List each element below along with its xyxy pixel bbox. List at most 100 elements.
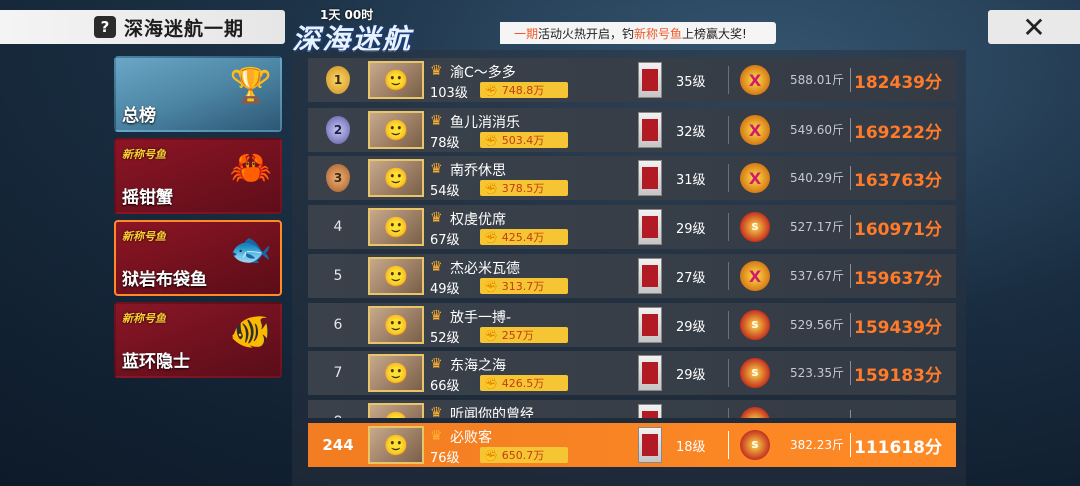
fist-icon: ✊ <box>484 133 498 147</box>
rod-card-icon[interactable] <box>638 112 662 148</box>
avatar[interactable]: 🙂 <box>368 208 424 246</box>
notice-part-2: 活动火热开启，钓 <box>538 26 635 41</box>
rank-cell: 7 <box>308 351 368 395</box>
divider <box>850 166 851 190</box>
score: 159183分 <box>854 366 942 386</box>
crab-icon: 🦀 <box>229 148 272 188</box>
table-row[interactable]: 8🙂♛听闻你的曾经✊S <box>308 400 956 418</box>
fish-rank-badge-icon: S <box>740 407 770 418</box>
avatar[interactable]: 🙂 <box>368 354 424 392</box>
power-value: 257万 <box>501 329 534 342</box>
table-row[interactable]: 3 🙂 ♛ 南乔休思 54级 ✊ 378.5万 31级 X 540.29斤 163763分 <box>308 156 956 200</box>
crown-icon: ♛ <box>430 259 443 275</box>
rod-card-icon[interactable] <box>638 209 662 245</box>
player-name: 权虔优席 <box>450 212 506 228</box>
card-level: 18级 <box>676 440 706 455</box>
fist-icon: ✊ <box>484 181 498 195</box>
table-row[interactable]: 6 🙂 ♛ 放手一搏- 52级 ✊ 257万 29级 S 529.56斤 159439分 <box>308 303 956 347</box>
table-row[interactable]: 1 🙂 ♛ 渝C～多多 103级 ✊ 748.8万 35级 X 588.01斤 182439分 <box>308 58 956 102</box>
fish-weight: 523.35斤 <box>790 366 844 380</box>
card-level: 31级 <box>676 173 706 188</box>
avatar[interactable]: 🙂 <box>368 111 424 149</box>
avatar[interactable]: 🙂 <box>368 61 424 99</box>
category-tabs: 🏆 总榜 新称号鱼 🦀 摇钳蟹 新称号鱼 🐟 狱岩布袋鱼 新称号鱼 🐠 蓝环隐士 <box>114 56 284 384</box>
crown-icon: ♛ <box>430 210 443 226</box>
tab-crab[interactable]: 新称号鱼 🦀 摇钳蟹 <box>114 138 282 214</box>
divider <box>850 361 851 385</box>
rod-card-icon[interactable] <box>638 62 662 98</box>
fish-rank-badge-icon: X <box>740 261 770 291</box>
player-level: 54级 <box>430 184 460 199</box>
rank-cell: 5 <box>308 254 368 298</box>
score: 160971分 <box>854 220 942 240</box>
notice-part-1: 一期 <box>514 26 539 41</box>
divider <box>850 118 851 142</box>
player-name: 杰必米瓦德 <box>450 261 520 277</box>
avatar[interactable]: 🙂 <box>368 306 424 344</box>
crown-icon: ♛ <box>430 63 443 79</box>
avatar[interactable]: 🙂 <box>368 159 424 197</box>
tab-blue-ring[interactable]: 新称号鱼 🐠 蓝环隐士 <box>114 302 282 378</box>
card-level: 27级 <box>676 271 706 286</box>
rank-number: 244 <box>322 436 354 454</box>
score: 163763分 <box>854 171 942 191</box>
fish-weight: 527.17斤 <box>790 220 844 234</box>
fish-rank-badge-icon: X <box>740 115 770 145</box>
fist-icon: ✊ <box>484 230 498 244</box>
fish-rank-badge-icon: S <box>740 212 770 242</box>
tab-rock-fish[interactable]: 新称号鱼 🐟 狱岩布袋鱼 <box>114 220 282 296</box>
fish-weight: 529.56斤 <box>790 318 844 332</box>
table-row[interactable]: 7 🙂 ♛ 东海之海 66级 ✊ 426.5万 29级 S 523.35斤 159183分 <box>308 351 956 395</box>
avatar[interactable]: 🙂 <box>368 426 424 464</box>
crown-icon: ♛ <box>430 113 443 129</box>
card-level: 29级 <box>676 368 706 383</box>
player-level: 78级 <box>430 136 460 151</box>
event-title: 深海迷航一期 <box>124 17 245 40</box>
player-level: 67级 <box>430 233 460 248</box>
rod-card-icon[interactable] <box>638 355 662 391</box>
score: 159637分 <box>854 269 942 289</box>
fist-icon: ✊ <box>484 328 498 342</box>
rank-number: 4 <box>333 219 343 235</box>
tab-overall[interactable]: 🏆 总榜 <box>114 56 282 132</box>
divider <box>850 264 851 288</box>
player-level: 103级 <box>430 86 468 101</box>
rod-card-icon[interactable] <box>638 160 662 196</box>
rod-card-icon[interactable] <box>638 307 662 343</box>
player-level: 52级 <box>430 331 460 346</box>
help-icon[interactable]: ? <box>94 16 116 38</box>
table-row[interactable]: 4 🙂 ♛ 权虔优席 67级 ✊ 425.4万 29级 S 527.17斤 160971分 <box>308 205 956 249</box>
card-level: 35级 <box>676 75 706 90</box>
player-name: 东海之海 <box>450 358 506 374</box>
rod-card-icon[interactable] <box>638 258 662 294</box>
rank-cell: 244 <box>308 423 368 467</box>
my-rank-row[interactable]: 244 🙂 ♛ 必败客 76级 ✊ 650.7万 18级 S 382.23斤 111618分 <box>308 423 956 467</box>
rank-cell: 8 <box>308 400 368 418</box>
divider <box>728 431 729 459</box>
tab-label: 摇钳蟹 <box>122 188 173 208</box>
fish-rank-badge-icon: X <box>740 65 770 95</box>
rod-card-icon[interactable] <box>638 427 662 463</box>
table-row[interactable]: 2 🙂 ♛ 鱼儿消消乐 78级 ✊ 503.4万 32级 X 549.60斤 169222分 <box>308 108 956 152</box>
rank-medal-icon: 2 <box>326 116 350 144</box>
player-name: 渝C～多多 <box>450 65 516 81</box>
divider <box>850 410 851 418</box>
close-button[interactable]: ✕ <box>988 10 1080 44</box>
avatar[interactable]: 🙂 <box>368 257 424 295</box>
rank-medal-icon: 1 <box>326 66 350 94</box>
player-name: 必败客 <box>450 430 492 446</box>
fish-rank-badge-icon: S <box>740 358 770 388</box>
divider <box>728 408 729 418</box>
player-level: 49级 <box>430 282 460 297</box>
rod-card-icon[interactable] <box>638 404 662 418</box>
fish-icon: 🐟 <box>229 230 272 270</box>
divider <box>850 313 851 337</box>
table-row[interactable]: 5 🙂 ♛ 杰必米瓦德 49级 ✊ 313.7万 27级 X 537.67斤 159637分 <box>308 254 956 298</box>
avatar[interactable]: 🙂 <box>368 403 424 418</box>
leaderboard-panel[interactable]: 1 🙂 ♛ 渝C～多多 103级 ✊ 748.8万 35级 X 588.01斤 182439分 2 🙂 ♛… <box>292 50 966 486</box>
power-bar: ✊ 378.5万 <box>480 180 568 196</box>
crown-icon: ♛ <box>430 308 443 324</box>
power-bar: ✊ 313.7万 <box>480 278 568 294</box>
divider <box>728 213 729 241</box>
fish-weight: 549.60斤 <box>790 123 844 137</box>
